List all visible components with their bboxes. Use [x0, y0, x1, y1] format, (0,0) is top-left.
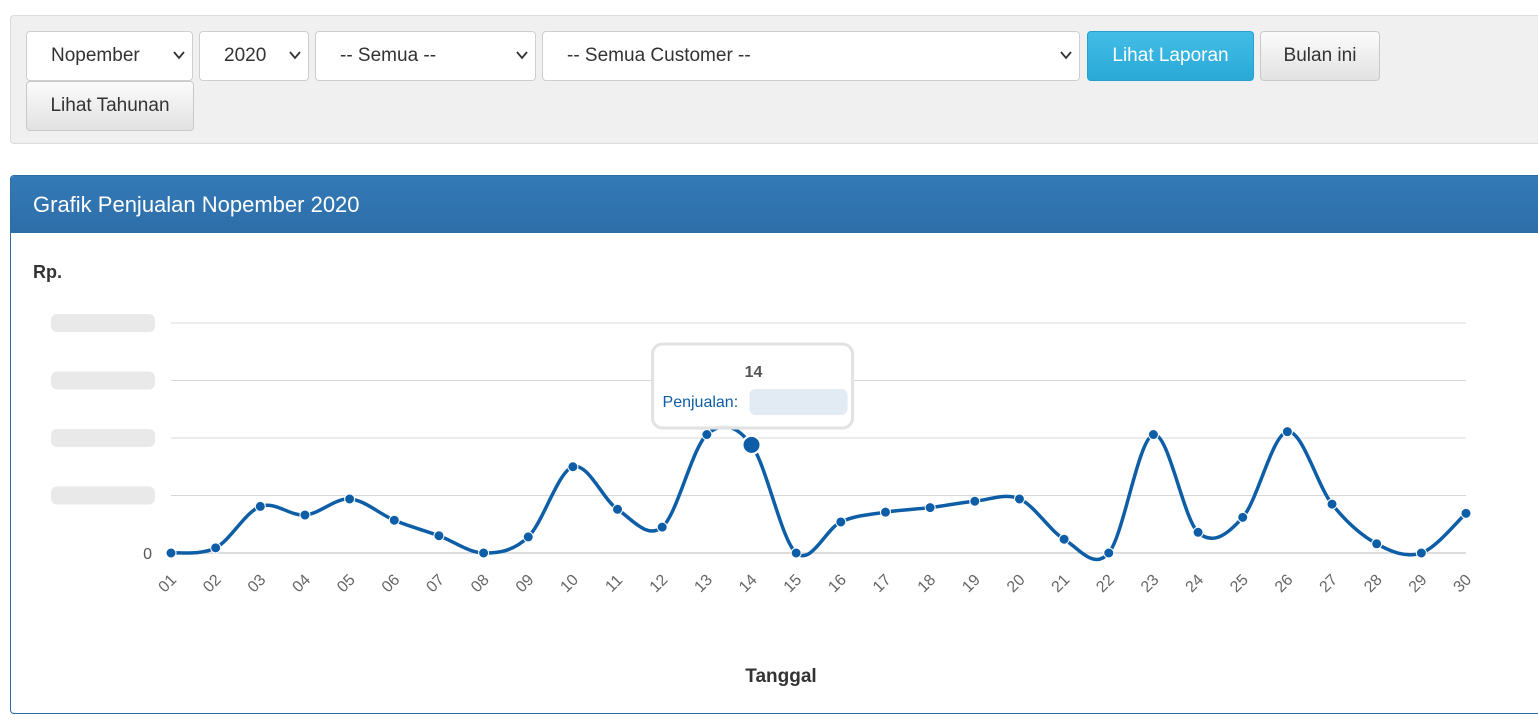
x-tick-label: 12 — [647, 571, 672, 596]
data-point[interactable] — [879, 506, 891, 518]
sales-chart-panel: Grafik Penjualan Nopember 2020 Rp. 0 01 02 0… — [10, 175, 1538, 714]
chevron-down-icon — [516, 51, 528, 60]
x-tick-label: 21 — [1049, 571, 1074, 596]
data-point[interactable] — [1192, 526, 1204, 538]
data-point[interactable] — [1415, 547, 1427, 559]
redacted-y-tick — [51, 371, 155, 390]
data-point[interactable] — [567, 461, 579, 473]
tooltip-label: Penjualan: — [663, 394, 739, 411]
x-tick-label: 11 — [602, 572, 626, 596]
x-tick-label: 06 — [379, 571, 404, 596]
redacted-tooltip-value — [749, 389, 848, 415]
x-tick-label: 17 — [870, 571, 895, 596]
data-point[interactable] — [254, 500, 266, 512]
chevron-down-icon — [1060, 51, 1072, 60]
data-point[interactable] — [924, 502, 936, 514]
tooltip — [651, 342, 855, 430]
x-tick-label: 20 — [1004, 571, 1029, 596]
view-yearly-button[interactable]: Lihat Tahunan — [26, 81, 194, 131]
y-tick-label: 0 — [143, 546, 152, 563]
x-tick-label: 23 — [1138, 571, 1163, 596]
chevron-down-icon — [173, 51, 185, 60]
x-tick-label: 16 — [825, 571, 850, 596]
x-tick-label: 14 — [736, 571, 761, 596]
x-tick-label: 03 — [245, 571, 270, 596]
chevron-down-icon — [289, 51, 301, 60]
data-point[interactable] — [344, 493, 356, 505]
data-point[interactable] — [969, 495, 981, 507]
data-point[interactable] — [612, 503, 624, 515]
x-tick-label: 22 — [1093, 571, 1118, 596]
data-point[interactable] — [790, 547, 802, 559]
category-select[interactable]: -- Semua -- — [315, 31, 536, 81]
redacted-y-tick — [51, 314, 155, 332]
x-tick-label: 13 — [691, 571, 716, 596]
data-point[interactable] — [210, 542, 222, 554]
customer-select-value: -- Semua Customer -- — [567, 45, 751, 66]
sales-line-chart: Rp. 001 02 03 04 05 06 07 08 09 10 11 12 13 14 15 16 17 18… — [33, 262, 1476, 687]
data-point[interactable] — [1371, 538, 1383, 550]
redacted-y-tick — [51, 429, 155, 447]
data-point[interactable] — [299, 509, 311, 521]
customer-select[interactable]: -- Semua Customer -- — [542, 31, 1080, 81]
x-tick-label: 29 — [1406, 571, 1431, 596]
data-point[interactable] — [1281, 426, 1293, 438]
year-select[interactable]: 2020 — [199, 31, 309, 81]
series-line-penjualan — [170, 424, 1468, 562]
x-tick-label: 09 — [513, 571, 538, 596]
x-tick-label: 30 — [1451, 571, 1476, 596]
data-point[interactable] — [656, 521, 668, 533]
x-tick-label: 26 — [1272, 571, 1297, 596]
view-report-button[interactable]: Lihat Laporan — [1087, 31, 1254, 81]
data-point[interactable] — [165, 547, 177, 559]
data-point[interactable] — [1147, 429, 1159, 441]
data-point[interactable] — [478, 547, 490, 559]
x-tick-label: 15 — [781, 571, 806, 596]
x-tick-label: 05 — [334, 571, 359, 596]
x-tick-label: 27 — [1317, 571, 1342, 596]
data-point[interactable] — [433, 530, 445, 542]
x-tick-label: 04 — [289, 571, 314, 596]
x-tick-label: 28 — [1361, 571, 1386, 596]
data-point[interactable] — [1013, 493, 1025, 505]
x-axis-title: Tanggal — [745, 666, 816, 687]
category-select-value: -- Semua -- — [340, 45, 437, 66]
x-tick-label: 18 — [915, 571, 940, 596]
x-tick-label: 25 — [1227, 571, 1252, 596]
data-point[interactable] — [835, 516, 847, 528]
data-point-highlighted[interactable] — [741, 434, 762, 455]
data-point[interactable] — [1103, 547, 1115, 559]
x-tick-label: 24 — [1183, 571, 1208, 596]
x-tick-label: 07 — [423, 571, 448, 596]
data-point[interactable] — [1326, 498, 1338, 510]
redacted-y-tick — [51, 486, 155, 505]
data-point[interactable] — [1237, 511, 1249, 523]
y-axis-title: Rp. — [33, 262, 62, 282]
filter-bar: Nopember 2020 -- Semua -- -- Semua Custo… — [10, 15, 1538, 144]
year-select-value: 2020 — [224, 45, 267, 66]
x-tick-label: 10 — [557, 571, 582, 596]
month-select-value: Nopember — [51, 45, 140, 66]
month-select[interactable]: Nopember — [26, 31, 193, 81]
data-point[interactable] — [388, 514, 400, 526]
x-tick-label: 08 — [468, 571, 493, 596]
x-tick-label: 19 — [959, 571, 984, 596]
data-point[interactable] — [1460, 507, 1472, 519]
tooltip-title: 14 — [745, 364, 763, 381]
data-point[interactable] — [1058, 533, 1070, 545]
data-point[interactable] — [701, 429, 713, 441]
x-tick-label: 01 — [156, 571, 181, 596]
data-point[interactable] — [522, 531, 534, 543]
this-month-button[interactable]: Bulan ini — [1260, 31, 1380, 81]
x-tick-label: 02 — [200, 571, 225, 596]
